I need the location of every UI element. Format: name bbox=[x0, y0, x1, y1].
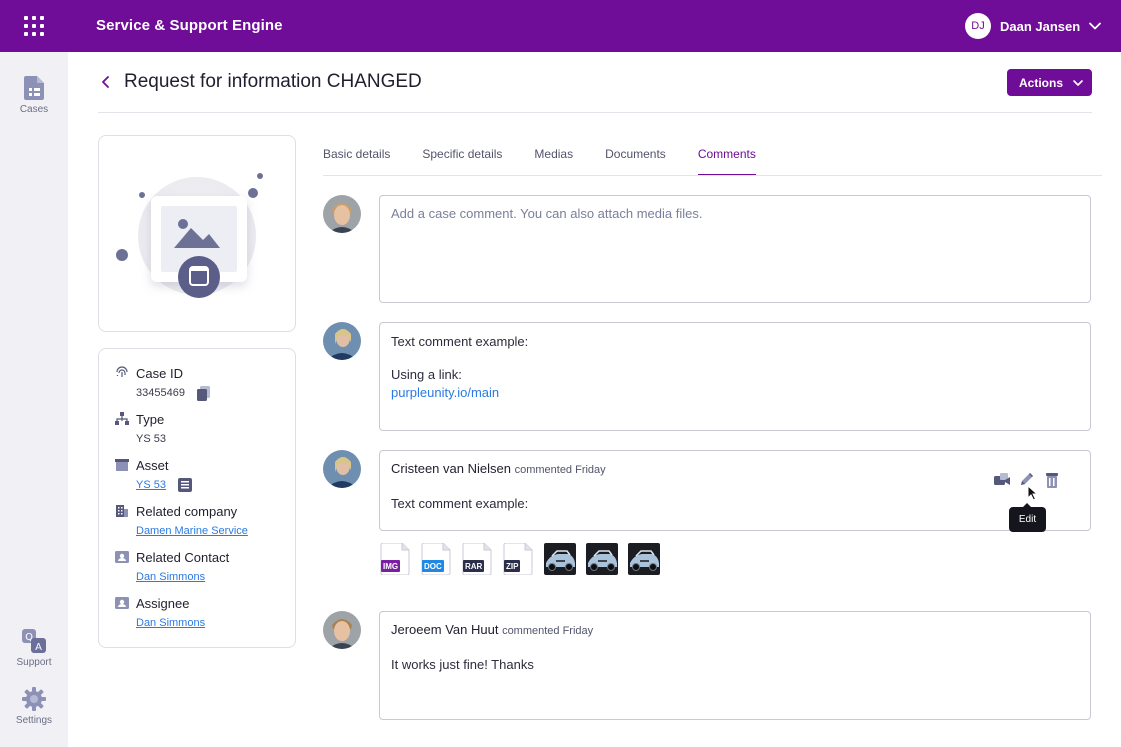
asset-field: Asset YS 53 bbox=[115, 456, 285, 493]
actions-button[interactable]: Actions bbox=[1007, 69, 1092, 96]
copy-icon[interactable] bbox=[196, 385, 210, 401]
tab-documents[interactable]: Documents bbox=[605, 140, 666, 176]
svg-text:A: A bbox=[35, 642, 42, 653]
comment-card: Cristeen van Nielsen commented Friday Te… bbox=[379, 450, 1091, 531]
attachment-img-file[interactable]: IMG bbox=[380, 542, 411, 576]
comment-attachments: IMG DOC RAR ZIP bbox=[380, 542, 660, 576]
assignee-field: Assignee Dan Simmons bbox=[115, 594, 285, 631]
type-field: Type YS 53 bbox=[115, 410, 285, 447]
attachment-rar-file[interactable]: RAR bbox=[462, 542, 493, 576]
tab-medias[interactable]: Medias bbox=[534, 140, 573, 176]
attachment-doc-file[interactable]: DOC bbox=[421, 542, 452, 576]
case-id-value: 33455469 bbox=[136, 387, 185, 399]
edit-tooltip: Edit bbox=[1009, 503, 1046, 532]
assignee-link[interactable]: Dan Simmons bbox=[136, 617, 205, 629]
type-value: YS 53 bbox=[136, 433, 166, 445]
asset-link[interactable]: YS 53 bbox=[136, 479, 166, 491]
attachment-image-thumbnail[interactable] bbox=[628, 543, 660, 575]
related-company-label: Related company bbox=[136, 503, 238, 519]
commenter-avatar bbox=[323, 450, 361, 488]
hierarchy-icon bbox=[115, 412, 129, 425]
sidebar: Cases Q A Support Settings bbox=[0, 52, 68, 747]
comment-meta: commented Friday bbox=[502, 625, 594, 637]
case-tabs: Basic details Specific details Medias Do… bbox=[323, 140, 788, 176]
image-placeholder-illustration bbox=[116, 173, 263, 298]
mouse-cursor-icon bbox=[1027, 485, 1039, 501]
commenter-avatar bbox=[323, 322, 361, 360]
chevron-down-icon bbox=[1073, 79, 1083, 86]
case-id-field: Case ID 33455469 bbox=[115, 364, 285, 401]
comment-card: Text comment example: Using a link: purp… bbox=[379, 322, 1091, 431]
header-divider bbox=[98, 112, 1092, 113]
file-type-badge: DOC bbox=[422, 560, 444, 572]
file-type-badge: RAR bbox=[463, 560, 485, 572]
assignee-label: Assignee bbox=[136, 595, 190, 611]
fingerprint-icon bbox=[116, 366, 128, 377]
comment-text: Using a link: bbox=[391, 367, 462, 382]
comment-author: Jeroeem Van Huut bbox=[391, 622, 499, 637]
file-type-badge: ZIP bbox=[504, 560, 521, 572]
tabs-divider bbox=[323, 175, 1102, 176]
cases-icon bbox=[24, 76, 44, 100]
sidebar-item-label: Cases bbox=[19, 104, 49, 115]
user-menu[interactable]: DJ Daan Jansen bbox=[965, 13, 1102, 39]
sidebar-item-label: Settings bbox=[15, 715, 53, 726]
back-arrow-icon[interactable] bbox=[98, 72, 114, 92]
tab-basic-details[interactable]: Basic details bbox=[323, 140, 390, 176]
attachment-image-thumbnail[interactable] bbox=[586, 543, 618, 575]
case-info-card: Case ID 33455469 Type YS 53 Asset YS 53 … bbox=[98, 348, 296, 648]
list-details-icon[interactable] bbox=[177, 478, 192, 492]
app-title: Service & Support Engine bbox=[96, 17, 283, 34]
user-name: Daan Jansen bbox=[1000, 18, 1081, 34]
comment-link[interactable]: purpleunity.io/main bbox=[391, 385, 1079, 400]
related-company-link[interactable]: Damen Marine Service bbox=[136, 525, 248, 537]
comment-text: Text comment example: bbox=[391, 496, 529, 511]
sidebar-item-label: Support bbox=[16, 657, 52, 668]
assignee-icon bbox=[115, 597, 129, 609]
attachment-zip-file[interactable]: ZIP bbox=[503, 542, 534, 576]
building-icon bbox=[116, 505, 128, 517]
commenter-avatar bbox=[323, 611, 361, 649]
sidebar-item-settings[interactable]: Settings bbox=[0, 687, 68, 726]
comment-author: Cristeen van Nielsen bbox=[391, 461, 511, 476]
top-bar: Service & Support Engine DJ Daan Jansen bbox=[0, 0, 1121, 52]
file-type-badge: IMG bbox=[381, 560, 401, 572]
asset-icon bbox=[115, 459, 129, 471]
asset-label: Asset bbox=[136, 457, 169, 473]
case-image-card bbox=[98, 135, 296, 332]
tab-comments[interactable]: Comments bbox=[697, 140, 756, 176]
attach-media-icon[interactable] bbox=[994, 471, 1010, 489]
chevron-down-icon bbox=[1089, 22, 1102, 30]
case-id-label: Case ID bbox=[136, 365, 183, 381]
comment-text: Text comment example: bbox=[391, 334, 529, 349]
related-contact-field: Related Contact Dan Simmons bbox=[115, 548, 285, 585]
gear-icon bbox=[22, 687, 46, 711]
trash-icon[interactable] bbox=[1044, 471, 1060, 489]
support-qa-icon: Q A bbox=[22, 629, 46, 653]
related-contact-link[interactable]: Dan Simmons bbox=[136, 571, 205, 583]
apps-grid-icon[interactable] bbox=[24, 16, 44, 36]
tab-specific-details[interactable]: Specific details bbox=[422, 140, 502, 176]
actions-label: Actions bbox=[1019, 75, 1064, 90]
sidebar-item-cases[interactable]: Cases bbox=[0, 76, 68, 115]
contact-icon bbox=[115, 551, 129, 563]
sidebar-item-support[interactable]: Q A Support bbox=[0, 629, 68, 668]
comment-meta: commented Friday bbox=[514, 464, 606, 476]
comment-text: It works just fine! Thanks bbox=[391, 657, 534, 672]
related-company-field: Related company Damen Marine Service bbox=[115, 502, 285, 539]
page-title: Request for information CHANGED bbox=[124, 71, 422, 92]
related-contact-label: Related Contact bbox=[136, 549, 230, 565]
comment-input[interactable]: Add a case comment. You can also attach … bbox=[379, 195, 1091, 303]
user-avatar: DJ bbox=[965, 13, 991, 39]
current-user-avatar bbox=[323, 195, 361, 233]
comment-card: Jeroeem Van Huut commented Friday It wor… bbox=[379, 611, 1091, 720]
attachment-image-thumbnail[interactable] bbox=[544, 543, 576, 575]
type-label: Type bbox=[136, 411, 165, 427]
